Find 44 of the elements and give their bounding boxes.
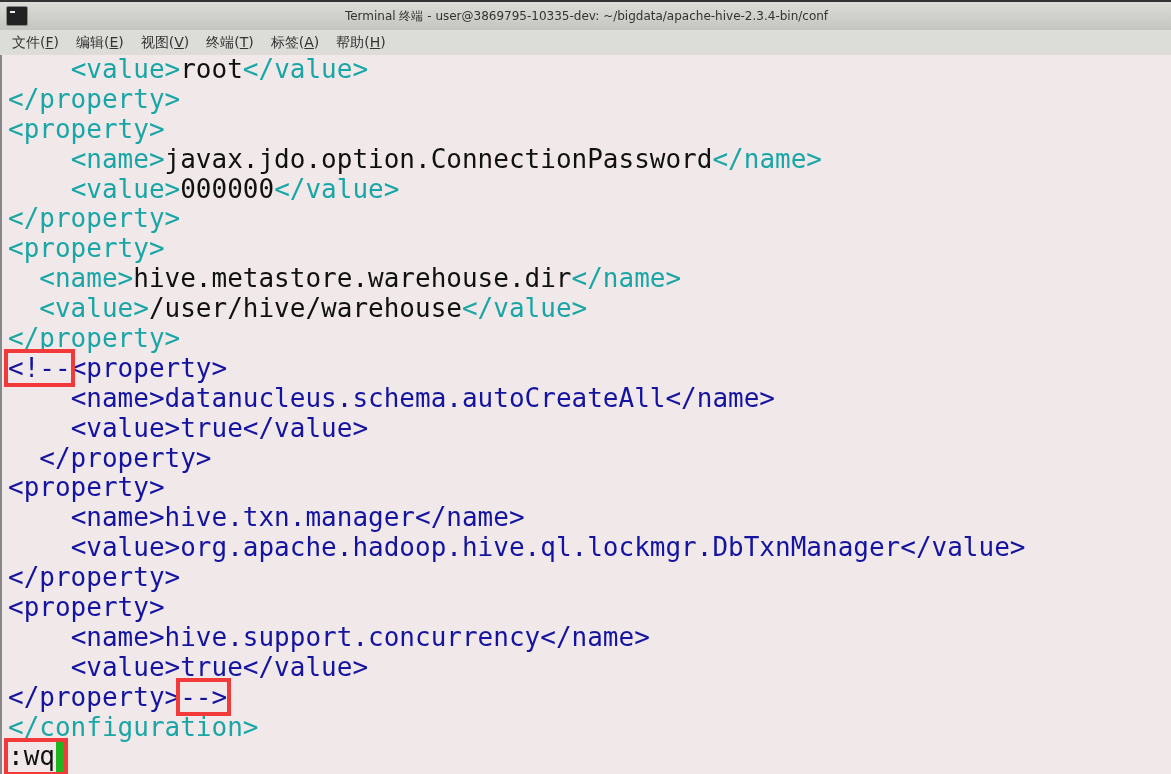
code-text: <property> bbox=[8, 233, 165, 264]
code-text: </value> bbox=[461, 293, 588, 324]
code-text: </name> bbox=[571, 263, 682, 294]
menu-item[interactable]: 编辑(E) bbox=[76, 33, 124, 52]
menu-item[interactable]: 文件(F) bbox=[12, 33, 59, 52]
code-text: <property> bbox=[8, 592, 165, 623]
code-text: </configuration> bbox=[8, 711, 259, 742]
code-text: <property> bbox=[70, 352, 228, 383]
code-text: /user/hive/warehouse bbox=[148, 293, 462, 324]
code-text: </property> bbox=[8, 562, 181, 593]
code-text: javax.jdo.option.ConnectionPassword bbox=[164, 143, 713, 174]
code-text: <value> bbox=[70, 55, 181, 84]
code-text: <value>org.apache.hadoop.hive.ql.lockmgr.DbTxnManager</value> bbox=[70, 532, 1026, 563]
menu-item[interactable]: 视图(V) bbox=[140, 33, 190, 52]
terminal-icon[interactable] bbox=[6, 6, 28, 26]
code-text: <name> bbox=[70, 143, 165, 174]
code-text: </value> bbox=[242, 55, 369, 84]
menu-item[interactable]: 标签(A) bbox=[270, 33, 320, 52]
menu-item[interactable]: 帮助(H) bbox=[336, 33, 386, 52]
code-text: </value> bbox=[274, 173, 400, 204]
code-text: <name>hive.txn.manager</name> bbox=[70, 502, 525, 533]
code-text: hive.metastore.warehouse.dir bbox=[133, 263, 572, 294]
code-text: <value>true</value> bbox=[70, 651, 369, 682]
code-text: <value> bbox=[39, 293, 149, 324]
code-text: <value> bbox=[70, 173, 181, 204]
code-text: <name>datanucleus.schema.autoCreateAll</name> bbox=[70, 382, 776, 413]
code-text: <name>hive.support.concurrency</name> bbox=[70, 621, 650, 652]
command-text: :wq bbox=[8, 742, 55, 773]
command-line[interactable]: :wq bbox=[8, 742, 64, 773]
code-text: </property> bbox=[8, 203, 181, 234]
code-text: <value>true</value> bbox=[70, 412, 369, 443]
code-text: <property> bbox=[8, 472, 165, 503]
code-text: </property> bbox=[8, 681, 181, 712]
code-text: </property> bbox=[39, 442, 212, 473]
code-text: </name> bbox=[712, 143, 822, 174]
code-text: 000000 bbox=[180, 173, 275, 204]
code-text: root bbox=[180, 55, 243, 84]
menu-item[interactable]: 终端(T) bbox=[206, 33, 254, 52]
code-text: <name> bbox=[39, 263, 134, 294]
text-cursor bbox=[55, 742, 64, 773]
code-text: </property> bbox=[8, 323, 181, 353]
window-title: Terminal 终端 - user@3869795-10335-dev: ~/bigdata/apache-hive-2.3.4-bin/conf bbox=[344, 7, 830, 25]
code-text: </property> bbox=[8, 83, 181, 114]
code-text: <property> bbox=[8, 113, 165, 144]
